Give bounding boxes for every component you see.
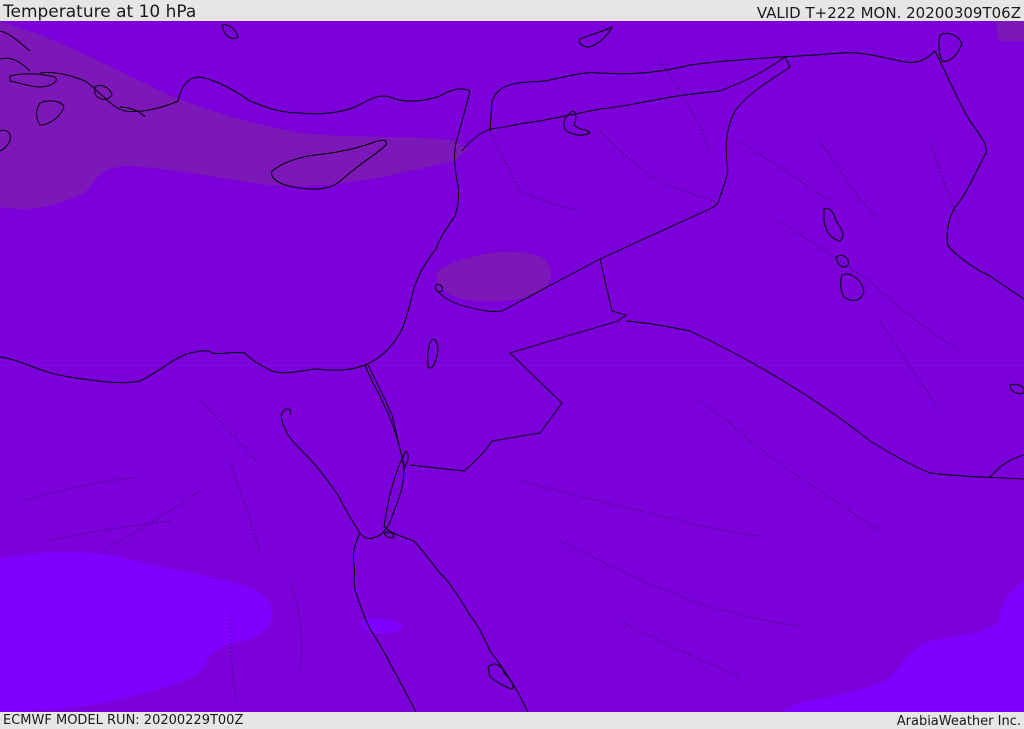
valid-time: VALID T+222 MON. 20200309T06Z — [756, 4, 1021, 22]
credit: ArabiaWeather Inc. — [896, 714, 1021, 729]
temperature-map[interactable] — [0, 21, 1024, 712]
model-run: ECMWF MODEL RUN: 20200229T00Z — [3, 713, 244, 728]
footer-bar: ECMWF MODEL RUN: 20200229T00Z ArabiaWeat… — [0, 712, 1024, 729]
temperature-band-warm-ne — [996, 21, 1024, 41]
map-canvas — [0, 21, 1024, 712]
header-bar: Temperature at 10 hPa VALID T+222 MON. 2… — [0, 0, 1024, 21]
map-title: Temperature at 10 hPa — [3, 2, 197, 22]
